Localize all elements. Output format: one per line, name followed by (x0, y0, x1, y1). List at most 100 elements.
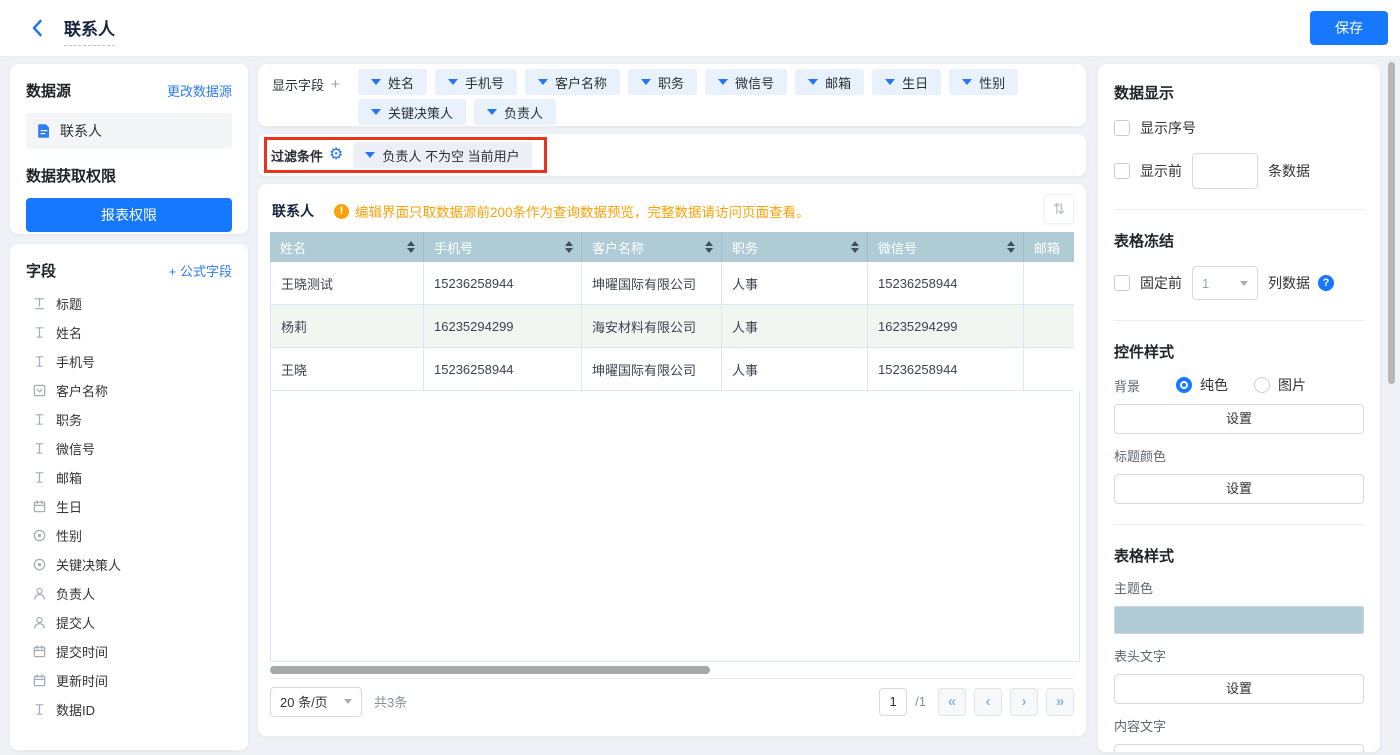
help-icon[interactable]: ? (1318, 275, 1334, 291)
field-item-label: 姓名 (56, 323, 82, 342)
filter-condition-chip[interactable]: 负责人 不为空 当前用户 (353, 142, 531, 168)
freeze-prefix-label: 固定前 (1140, 273, 1182, 293)
filter-label: 过滤条件 (271, 146, 323, 165)
table-row[interactable]: 王晓测试15236258944坤曜国际有限公司人事15236258944 (270, 262, 1074, 305)
table-cell: 15236258944 (424, 262, 582, 305)
field-item[interactable]: 客户名称 (26, 376, 232, 405)
fields-title: 字段 (26, 260, 56, 281)
title-icon (32, 296, 47, 311)
title-color-set-button[interactable]: 设置 (1114, 474, 1364, 504)
display-field-chip[interactable]: 姓名 (358, 69, 427, 95)
datasource-item-label: 联系人 (60, 121, 102, 141)
table-cell: 坤曜国际有限公司 (582, 262, 722, 305)
field-item[interactable]: 数据ID (26, 695, 232, 724)
table-cell: 15236258944 (868, 348, 1024, 391)
freeze-columns-checkbox[interactable] (1114, 275, 1130, 291)
field-item[interactable]: 提交时间 (26, 637, 232, 666)
image-radio[interactable] (1254, 377, 1270, 393)
save-button[interactable]: 保存 (1310, 11, 1388, 45)
column-header-label: 邮箱 (1034, 238, 1060, 257)
warning-text: 编辑界面只取数据源前200条作为查询数据预览，完整数据请访问页面查看。 (355, 201, 810, 221)
display-field-chip[interactable]: 手机号 (435, 69, 517, 95)
table-cell: 15236258944 (868, 262, 1024, 305)
field-list: 标题姓名手机号客户名称职务微信号邮箱生日性别关键决策人负责人提交人提交时间更新时… (26, 289, 232, 724)
field-item-label: 数据ID (56, 700, 95, 719)
radio-icon (32, 557, 47, 572)
add-display-field-button[interactable]: + (331, 76, 340, 93)
background-set-button[interactable]: 设置 (1114, 404, 1364, 434)
first-page-icon[interactable]: « (938, 688, 966, 716)
header-text-set-button[interactable]: 设置 (1114, 674, 1364, 704)
column-header[interactable]: 职务 (722, 232, 868, 262)
field-item[interactable]: 邮箱 (26, 463, 232, 492)
field-item[interactable]: 关键决策人 (26, 550, 232, 579)
field-item[interactable]: 职务 (26, 405, 232, 434)
column-header[interactable]: 客户名称 (582, 232, 722, 262)
sort-carets-icon[interactable] (407, 241, 415, 253)
sort-carets-icon[interactable] (705, 241, 713, 253)
page-size-select[interactable]: 20 条/页 (270, 687, 362, 717)
column-header[interactable]: 姓名 (270, 232, 424, 262)
table-cell: 人事 (722, 305, 868, 348)
field-item[interactable]: 标题 (26, 289, 232, 318)
show-first-checkbox[interactable] (1114, 163, 1130, 179)
page-title[interactable]: 联系人 (64, 15, 115, 46)
field-item[interactable]: 更新时间 (26, 666, 232, 695)
chip-label: 生日 (902, 73, 928, 92)
back-icon[interactable] (28, 18, 48, 38)
vertical-scrollbar[interactable] (1388, 62, 1395, 384)
display-field-chip[interactable]: 负责人 (474, 99, 556, 125)
display-field-chip[interactable]: 性别 (949, 69, 1018, 95)
sort-carets-icon[interactable] (1007, 241, 1015, 253)
solid-color-radio[interactable] (1176, 377, 1192, 393)
display-field-chip[interactable]: 微信号 (705, 69, 787, 95)
table-cell: 16235294299 (424, 305, 582, 348)
column-header[interactable]: 微信号 (868, 232, 1024, 262)
show-first-count-input[interactable] (1192, 153, 1258, 189)
sort-carets-icon[interactable] (565, 241, 573, 253)
column-header[interactable]: 邮箱 (1024, 232, 1074, 262)
show-index-checkbox[interactable] (1114, 120, 1130, 136)
field-item[interactable]: 微信号 (26, 434, 232, 463)
field-item[interactable]: 负责人 (26, 579, 232, 608)
filter-card: 过滤条件 ⚙ 负责人 不为空 当前用户 (258, 134, 1086, 176)
field-item[interactable]: 提交人 (26, 608, 232, 637)
display-field-chip[interactable]: 客户名称 (525, 69, 620, 95)
field-item-label: 客户名称 (56, 381, 108, 400)
field-item[interactable]: 姓名 (26, 318, 232, 347)
table-header-row: 姓名 手机号客户名称职务微信号邮箱 (270, 232, 1074, 262)
background-label: 背景 (1114, 376, 1176, 395)
report-permission-button[interactable]: 报表权限 (26, 198, 232, 232)
freeze-count-select[interactable]: 1 (1192, 266, 1258, 300)
horizontal-scrollbar[interactable] (270, 666, 710, 674)
next-page-icon[interactable]: › (1010, 688, 1038, 716)
display-field-chip[interactable]: 邮箱 (795, 69, 864, 95)
sort-carets-icon[interactable] (851, 241, 859, 253)
display-field-chip[interactable]: 关键决策人 (358, 99, 466, 125)
display-field-chips: 姓名手机号客户名称职务微信号邮箱 生日 性别关键决策人负责人 (358, 69, 1072, 125)
last-page-icon[interactable]: » (1046, 688, 1074, 716)
field-item-label: 职务 (56, 410, 82, 429)
warning-icon: ! (334, 204, 349, 219)
document-icon (36, 123, 52, 139)
current-page-input[interactable]: 1 (879, 688, 907, 716)
field-item[interactable]: 生日 (26, 492, 232, 521)
change-datasource-link[interactable]: 更改数据源 (167, 81, 232, 100)
chevron-down-icon (808, 79, 818, 85)
theme-color-swatch[interactable] (1114, 606, 1364, 634)
content-text-set-button[interactable]: 设置 (1114, 744, 1364, 752)
datasource-item[interactable]: 联系人 (26, 113, 232, 149)
column-header[interactable]: 手机号 (424, 232, 582, 262)
chevron-down-icon (641, 79, 651, 85)
gear-icon[interactable]: ⚙ (329, 147, 343, 163)
display-field-chip[interactable]: 职务 (628, 69, 697, 95)
field-item[interactable]: 性别 (26, 521, 232, 550)
add-formula-field-link[interactable]: + 公式字段 (169, 261, 232, 280)
field-item[interactable]: 手机号 (26, 347, 232, 376)
sort-order-button[interactable]: ⇅ (1044, 194, 1074, 224)
display-field-chip[interactable]: 生日 (872, 69, 941, 95)
table-row[interactable]: 杨莉16235294299海安材料有限公司人事16235294299 (270, 305, 1074, 348)
prev-page-icon[interactable]: ‹ (974, 688, 1002, 716)
table-row[interactable]: 王晓15236258944坤曜国际有限公司人事15236258944 (270, 348, 1074, 391)
column-header-label: 姓名 (280, 238, 306, 257)
